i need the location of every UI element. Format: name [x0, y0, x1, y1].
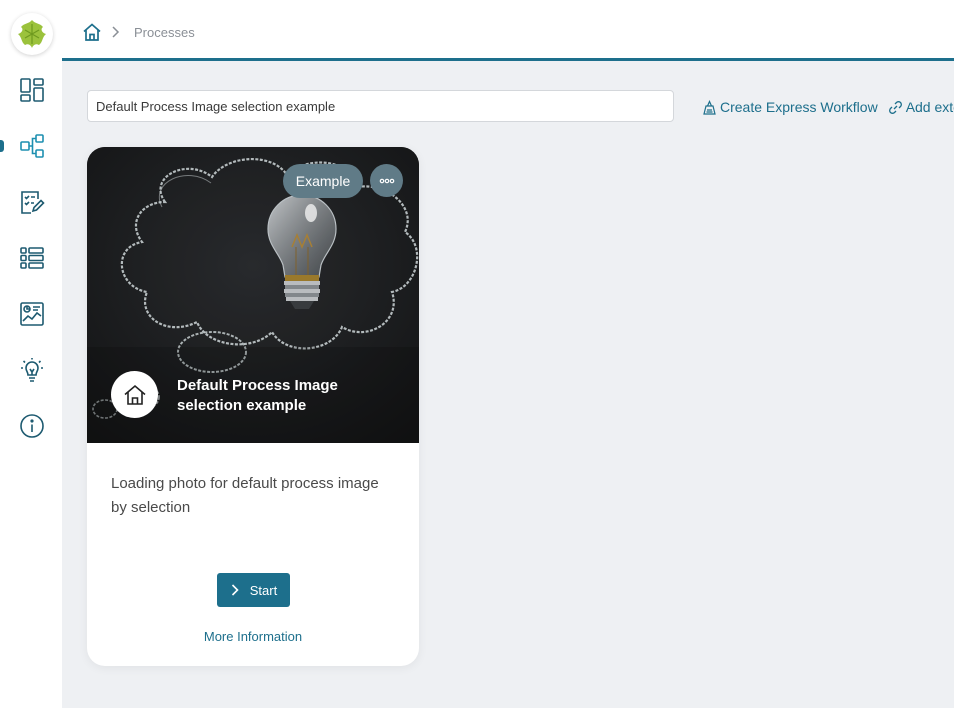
info-icon	[20, 414, 44, 438]
sidebar	[0, 0, 62, 708]
home-icon	[123, 384, 146, 405]
add-external-label: Add exte	[905, 99, 954, 115]
sidebar-item-ideas[interactable]	[16, 354, 48, 386]
process-card-description: Loading photo for default process image …	[111, 475, 379, 516]
tasks-icon	[21, 191, 45, 214]
statistics-icon	[20, 302, 44, 326]
lightbulb-icon	[21, 358, 43, 382]
sidebar-item-cases[interactable]	[16, 242, 48, 274]
top-bar: Processes	[62, 0, 954, 61]
breadcrumb-current: Processes	[134, 24, 195, 40]
app-logo[interactable]	[11, 13, 53, 55]
create-express-workflow-label: Create Express Workflow	[720, 99, 878, 115]
process-category-badge	[111, 371, 158, 418]
process-card: Example Default Process Image selection …	[87, 147, 419, 666]
chevron-right-icon	[231, 584, 239, 596]
start-process-button[interactable]: Start	[217, 573, 290, 607]
express-workflow-icon	[703, 99, 716, 115]
ellipsis-icon	[379, 178, 394, 183]
sidebar-item-statistics[interactable]	[16, 298, 48, 330]
sidebar-item-tasks[interactable]	[16, 186, 48, 218]
process-card-title: Default Process Image selection example	[177, 377, 338, 414]
card-more-options-button[interactable]	[370, 164, 403, 197]
create-express-workflow-link[interactable]: Create Express Workflow	[702, 99, 878, 115]
cases-list-icon	[20, 247, 44, 269]
more-information-link[interactable]: More Information	[87, 629, 419, 644]
start-button-label: Start	[249, 582, 278, 598]
sidebar-item-processes[interactable]	[16, 130, 48, 162]
toolbar-actions: Create Express Workflow Add exte	[702, 97, 954, 117]
active-nav-marker	[0, 140, 4, 152]
processes-icon	[20, 134, 44, 158]
add-external-link[interactable]: Add exte	[888, 99, 954, 115]
sidebar-item-info[interactable]	[16, 410, 48, 442]
sidebar-item-dashboard[interactable]	[16, 74, 48, 106]
example-tag: Example	[283, 164, 363, 198]
process-card-image: Example Default Process Image selection …	[87, 147, 419, 443]
leaf-logo-icon	[18, 20, 46, 48]
home-icon[interactable]	[82, 22, 102, 42]
link-icon	[888, 100, 902, 114]
dashboard-icon	[20, 78, 44, 102]
chevron-right-icon	[112, 26, 120, 38]
breadcrumb: Processes	[82, 20, 195, 44]
search-input[interactable]	[87, 90, 674, 122]
